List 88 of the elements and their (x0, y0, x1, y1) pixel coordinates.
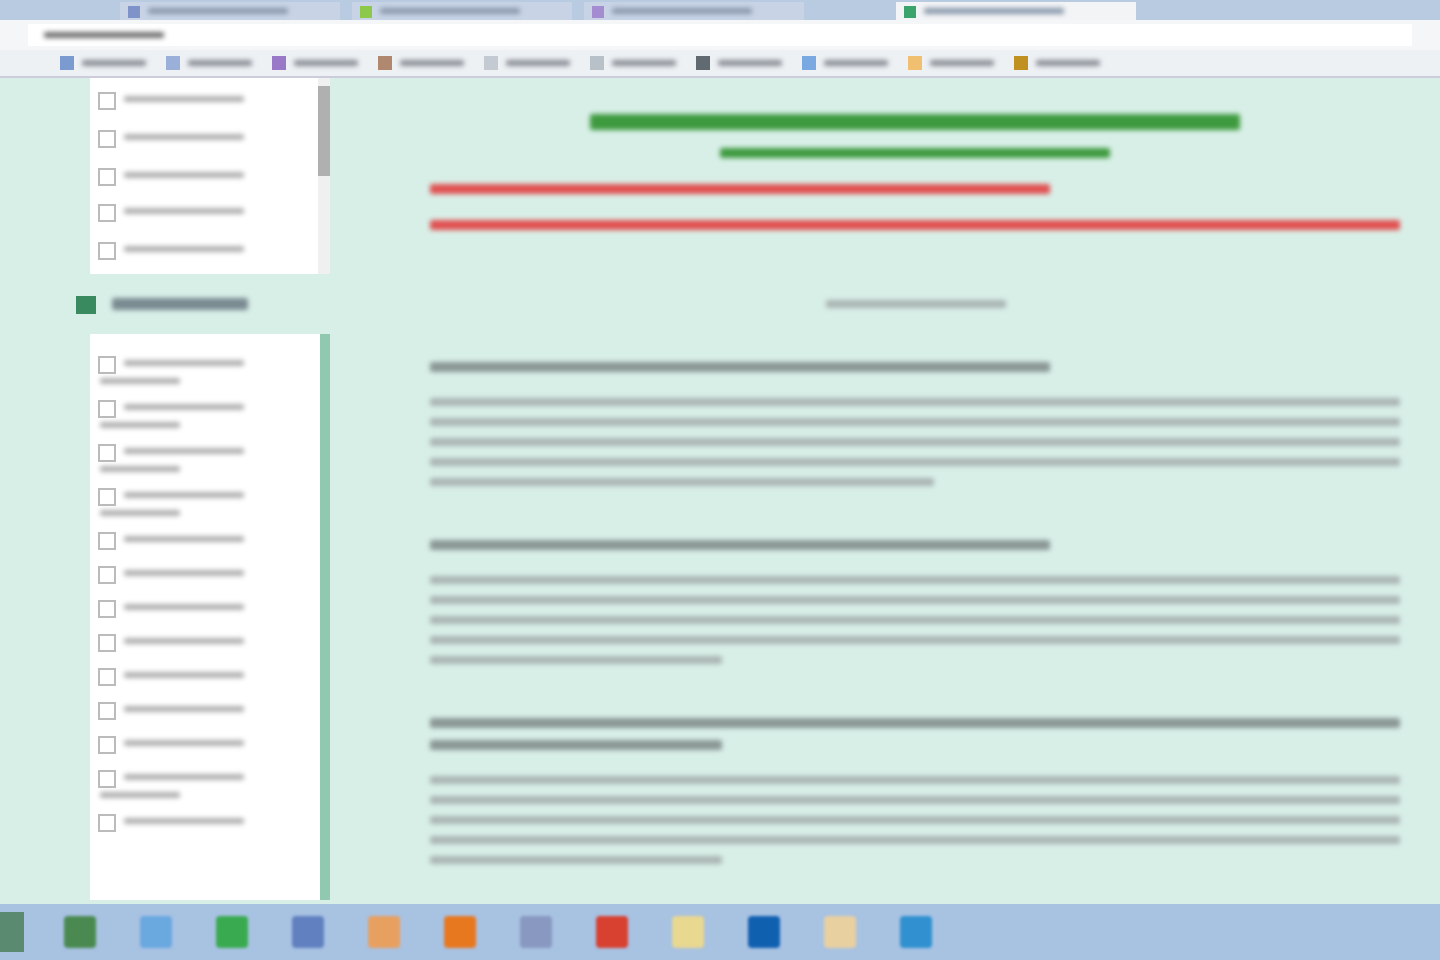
blurred-option-label (124, 448, 244, 454)
blurred-bookmark-label (400, 60, 464, 66)
blurred-option-label (124, 706, 244, 712)
blurred-option-label (124, 638, 244, 644)
taskbar-app-icon[interactable] (444, 916, 476, 948)
blurred-bookmark-label (188, 60, 252, 66)
blurred-option-label (100, 466, 180, 472)
blurred-option-label (124, 208, 244, 215)
taskbar-app-icon[interactable] (748, 916, 780, 948)
blurred-tab-title (380, 8, 520, 14)
checkbox[interactable] (98, 634, 116, 652)
checkbox[interactable] (98, 129, 116, 148)
blurred-option-label (100, 510, 180, 516)
checkbox[interactable] (98, 814, 116, 832)
blurred-bookmark-label (1036, 60, 1100, 66)
checkbox[interactable] (98, 242, 116, 261)
blurred-option-label (124, 740, 244, 746)
checkbox[interactable] (98, 668, 116, 686)
blurred-bookmark-label (930, 60, 994, 66)
taskbar-app-icon[interactable] (64, 916, 96, 948)
blurred-option-label (124, 171, 244, 178)
bookmark-item[interactable] (802, 56, 888, 70)
blurred-option-label (124, 672, 244, 678)
bookmark-item[interactable] (590, 56, 676, 70)
blurred-option-label (124, 570, 244, 576)
bookmark-item[interactable] (272, 56, 358, 70)
blurred-option-label (124, 133, 244, 140)
bookmark-item[interactable] (696, 56, 782, 70)
checkbox[interactable] (98, 400, 116, 418)
taskbar-app-icon[interactable] (368, 916, 400, 948)
taskbar-app-icon[interactable] (292, 916, 324, 948)
checkbox[interactable] (98, 736, 116, 754)
checkbox[interactable] (98, 702, 116, 720)
bookmark-item[interactable] (166, 56, 252, 70)
taskbar-app-icon[interactable] (672, 916, 704, 948)
checkbox[interactable] (98, 204, 116, 223)
checkbox[interactable] (98, 770, 116, 788)
checkbox[interactable] (98, 92, 116, 110)
section-icon (76, 295, 96, 313)
bookmark-item[interactable] (60, 56, 146, 70)
blurred-bookmark-label (506, 60, 570, 66)
taskbar-app-icon[interactable] (140, 916, 172, 948)
blurred-option-label (124, 96, 244, 102)
bookmark-item[interactable] (908, 56, 994, 70)
browser-tab[interactable] (896, 2, 1136, 20)
blurred-option-label (100, 378, 180, 384)
address-field[interactable] (28, 24, 1412, 46)
blurred-option-label (124, 360, 244, 366)
checkbox[interactable] (98, 488, 116, 506)
blurred-option-label (124, 604, 244, 610)
checkbox[interactable] (98, 167, 116, 186)
blurred-option-label (124, 774, 244, 780)
checkbox[interactable] (98, 600, 116, 618)
blurred-option-label (100, 422, 180, 428)
bookmark-item[interactable] (1014, 56, 1100, 70)
blurred-address-text (44, 32, 164, 38)
bookmark-item[interactable] (378, 56, 464, 70)
browser-tab[interactable] (120, 2, 340, 20)
browser-tab[interactable] (584, 2, 804, 20)
blurred-option-label (124, 536, 244, 542)
blurred-option-label (124, 246, 244, 253)
checkbox[interactable] (98, 532, 116, 550)
blurred-tab-title (924, 8, 1064, 14)
blurred-bookmark-label (82, 60, 146, 66)
blurred-bookmark-label (824, 60, 888, 66)
scrollbar[interactable] (318, 78, 330, 274)
blurred-tab-title (612, 8, 752, 14)
blurred-bookmark-label (294, 60, 358, 66)
taskbar-app-icon[interactable] (824, 916, 856, 948)
taskbar-app-icon[interactable] (596, 916, 628, 948)
blurred-option-label (124, 818, 244, 824)
blurred-option-label (124, 492, 244, 498)
blurred-option-label (124, 404, 244, 410)
bookmark-item[interactable] (484, 56, 570, 70)
taskbar-app-icon[interactable] (216, 916, 248, 948)
taskbar-app-icon[interactable] (520, 916, 552, 948)
checkbox[interactable] (98, 444, 116, 462)
blurred-bookmark-label (718, 60, 782, 66)
scrollbar[interactable] (320, 334, 330, 900)
taskbar-app-icon[interactable] (900, 916, 932, 948)
browser-tab[interactable] (352, 2, 572, 20)
checkbox[interactable] (98, 566, 116, 584)
start-button[interactable] (0, 912, 24, 952)
blurred-option-label (100, 792, 180, 798)
blurred-bookmark-label (612, 60, 676, 66)
blurred-tab-title (148, 8, 288, 14)
checkbox[interactable] (98, 356, 116, 374)
blurred-section-heading (112, 298, 248, 310)
